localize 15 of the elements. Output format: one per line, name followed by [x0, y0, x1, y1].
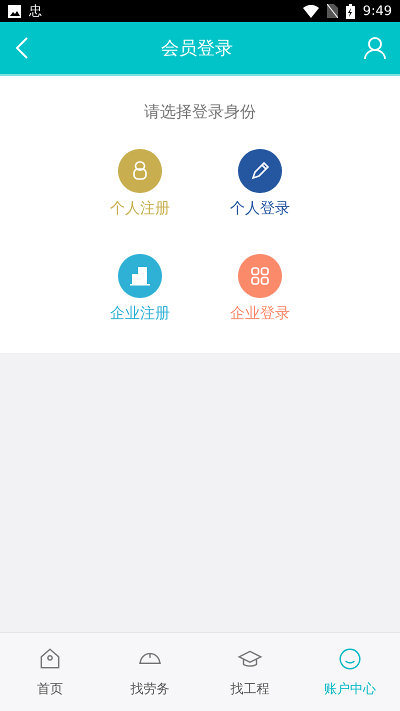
wifi-icon [302, 4, 319, 18]
nav-tab[interactable]: 找劳务 [100, 633, 200, 711]
identity-option[interactable]: 个人登录 [200, 149, 320, 218]
page-title: 会员登录 [160, 37, 234, 60]
user-icon[interactable] [364, 36, 386, 60]
identity-prompt: 请选择登录身份 [144, 102, 256, 123]
nav-tab[interactable]: 首页 [0, 633, 100, 711]
back-icon[interactable] [14, 36, 30, 60]
smiley-icon [337, 646, 363, 672]
battery-icon [346, 4, 355, 18]
clock-time: 9:49 [362, 4, 392, 18]
no-sim-icon [326, 4, 338, 18]
notification-glyph: 忠 [29, 3, 42, 20]
nav-tab[interactable]: 找工程 [200, 633, 300, 711]
image-icon [8, 4, 21, 18]
